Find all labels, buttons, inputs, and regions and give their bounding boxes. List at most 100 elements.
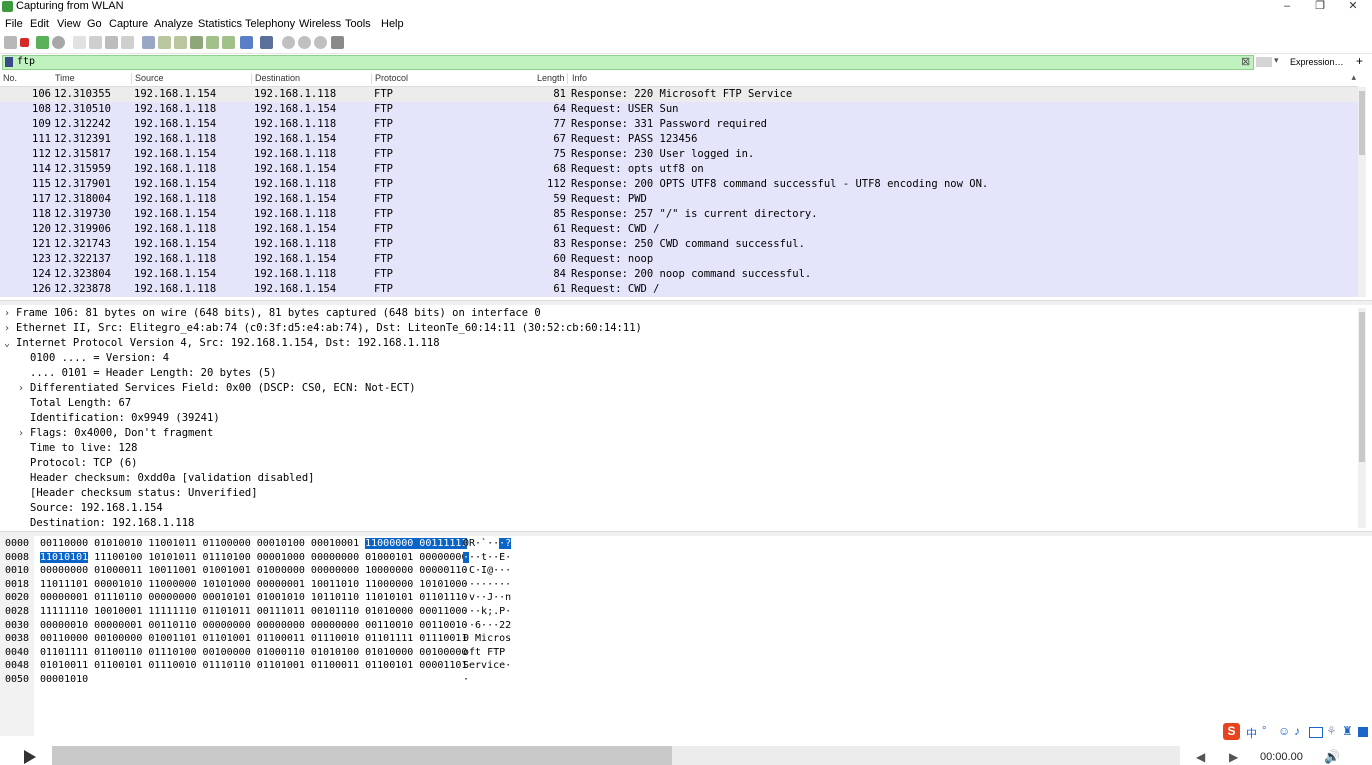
menu-analyze[interactable]: Analyze [154, 18, 193, 30]
menu-file[interactable]: File [5, 18, 23, 30]
go-back-icon[interactable] [158, 36, 171, 49]
expand-icon[interactable]: › [4, 308, 10, 319]
packet-row[interactable]: 117 12.318004 192.168.1.118 192.168.1.154 FT… [0, 192, 1358, 207]
menu-help[interactable]: Help [381, 18, 404, 30]
save-file-icon[interactable] [89, 36, 102, 49]
colorize-icon[interactable] [260, 36, 273, 49]
packet-row[interactable]: 114 12.315959 192.168.1.118 192.168.1.154 FT… [0, 162, 1358, 177]
column-destination[interactable]: Destination [255, 73, 300, 83]
packet-list-scrollbar[interactable] [1358, 87, 1366, 297]
restart-capture-icon[interactable] [36, 36, 49, 49]
packet-row[interactable]: 120 12.319906 192.168.1.118 192.168.1.154 FT… [0, 222, 1358, 237]
ime-punct-icon[interactable]: ° [1262, 725, 1266, 737]
column-info[interactable]: Info [572, 73, 587, 83]
minimize-button[interactable]: – [1272, 0, 1302, 14]
packet-row[interactable]: 124 12.323804 192.168.1.154 192.168.1.118 FT… [0, 267, 1358, 282]
menu-capture[interactable]: Capture [109, 18, 148, 30]
detail-line[interactable]: Identification: 0x9949 (39241) [30, 412, 220, 427]
detail-line[interactable]: Source: 192.168.1.154 [30, 502, 163, 517]
detail-line[interactable]: Protocol: TCP (6) [30, 457, 137, 472]
detail-line[interactable]: Frame 106: 81 bytes on wire (648 bits), … [16, 307, 541, 322]
scroll-up-icon[interactable]: ▴ [1351, 72, 1356, 83]
packet-row[interactable]: 106 12.310355 192.168.1.154 192.168.1.118 FT… [0, 87, 1358, 102]
display-filter-input[interactable]: ftp [2, 55, 1254, 70]
seek-bar-remaining[interactable] [672, 746, 1180, 765]
menu-telephony[interactable]: Telephony [245, 18, 295, 30]
ime-voice-icon[interactable]: ♪ [1294, 724, 1300, 738]
detail-line[interactable]: Time to live: 128 [30, 442, 137, 457]
start-capture-icon[interactable] [4, 36, 17, 49]
last-packet-icon[interactable] [222, 36, 235, 49]
detail-line[interactable]: Flags: 0x4000, Don't fragment [30, 427, 213, 442]
packet-row[interactable]: 111 12.312391 192.168.1.118 192.168.1.154 FT… [0, 132, 1358, 147]
packet-row[interactable]: 115 12.317901 192.168.1.154 192.168.1.118 FT… [0, 177, 1358, 192]
seek-bar-played[interactable] [52, 746, 672, 765]
play-icon[interactable] [24, 750, 36, 764]
packet-row[interactable]: 123 12.322137 192.168.1.118 192.168.1.154 FT… [0, 252, 1358, 267]
detail-line[interactable]: Differentiated Services Field: 0x00 (DSC… [30, 382, 416, 397]
packet-row[interactable]: 112 12.315817 192.168.1.154 192.168.1.118 FT… [0, 147, 1358, 162]
expand-icon[interactable]: › [18, 383, 24, 394]
menu-go[interactable]: Go [87, 18, 102, 30]
detail-line[interactable]: 0100 .... = Version: 4 [30, 352, 169, 367]
detail-line[interactable]: .... 0101 = Header Length: 20 bytes (5) [30, 367, 277, 382]
normal-size-icon[interactable] [314, 36, 327, 49]
find-packet-icon[interactable] [142, 36, 155, 49]
details-scroll-thumb[interactable] [1359, 312, 1365, 462]
next-frame-icon[interactable]: ▶ [1229, 750, 1238, 764]
column-time[interactable]: Time [55, 73, 75, 83]
close-file-icon[interactable] [105, 36, 118, 49]
filter-history-dropdown-icon[interactable]: ▾ [1274, 55, 1279, 66]
capture-options-icon[interactable] [52, 36, 65, 49]
packet-row[interactable]: 126 12.323878 192.168.1.118 192.168.1.154 FT… [0, 282, 1358, 297]
sogou-ime-icon[interactable]: S [1223, 723, 1240, 740]
previous-frame-icon[interactable]: ◀ [1196, 750, 1205, 764]
autoscroll-icon[interactable] [240, 36, 253, 49]
packet-list-scroll-thumb[interactable] [1359, 91, 1365, 155]
detail-line[interactable]: [Header checksum status: Unverified] [30, 487, 258, 502]
menu-edit[interactable]: Edit [30, 18, 49, 30]
details-scrollbar[interactable] [1358, 308, 1366, 528]
ime-skin-icon[interactable]: ⚘ [1326, 724, 1337, 738]
ime-mode-label[interactable]: 中 [1246, 725, 1257, 741]
menu-statistics[interactable]: Statistics [198, 18, 242, 30]
filter-text[interactable]: ftp [17, 56, 35, 67]
maximize-button[interactable]: ❐ [1305, 0, 1335, 14]
zoom-out-icon[interactable] [298, 36, 311, 49]
resize-columns-icon[interactable] [331, 36, 344, 49]
packet-row[interactable]: 118 12.319730 192.168.1.154 192.168.1.118 FT… [0, 207, 1358, 222]
detail-line[interactable]: Destination: 192.168.1.118 [30, 517, 194, 532]
detail-line[interactable]: Internet Protocol Version 4, Src: 192.16… [16, 337, 440, 352]
add-filter-button[interactable]: + [1356, 54, 1363, 68]
column-no[interactable]: No. [3, 73, 17, 83]
expand-icon[interactable]: › [18, 428, 24, 439]
expand-icon[interactable]: › [4, 323, 10, 334]
go-forward-icon[interactable] [174, 36, 187, 49]
menu-view[interactable]: View [57, 18, 81, 30]
menu-tools[interactable]: Tools [345, 18, 371, 30]
packet-row[interactable]: 109 12.312242 192.168.1.154 192.168.1.118 FT… [0, 117, 1358, 132]
open-file-icon[interactable] [73, 36, 86, 49]
detail-line[interactable]: Ethernet II, Src: Elitegro_e4:ab:74 (c0:… [16, 322, 642, 337]
detail-line[interactable]: Header checksum: 0xdd0a [validation disa… [30, 472, 314, 487]
menu-wireless[interactable]: Wireless [299, 18, 341, 30]
reload-file-icon[interactable] [121, 36, 134, 49]
go-to-packet-icon[interactable] [190, 36, 203, 49]
zoom-in-icon[interactable] [282, 36, 295, 49]
filter-bookmark-icon[interactable] [5, 57, 13, 67]
apply-filter-icon[interactable] [1256, 57, 1272, 67]
column-length[interactable]: Length [537, 73, 565, 83]
volume-icon[interactable]: 🔊 [1324, 749, 1340, 765]
collapse-icon[interactable]: ⌄ [4, 338, 10, 349]
column-source[interactable]: Source [135, 73, 164, 83]
first-packet-icon[interactable] [206, 36, 219, 49]
column-protocol[interactable]: Protocol [375, 73, 408, 83]
packet-row[interactable]: 108 12.310510 192.168.1.118 192.168.1.154 FT… [0, 102, 1358, 117]
detail-line[interactable]: Total Length: 67 [30, 397, 131, 412]
ime-grid-icon[interactable] [1358, 727, 1368, 737]
close-button[interactable]: ✕ [1338, 0, 1368, 14]
ime-keyboard-icon[interactable] [1309, 727, 1323, 738]
stop-capture-icon[interactable] [20, 38, 29, 47]
ime-shirt-icon[interactable]: ♜ [1342, 724, 1353, 738]
ime-emoji-icon[interactable]: ☺ [1278, 724, 1290, 738]
